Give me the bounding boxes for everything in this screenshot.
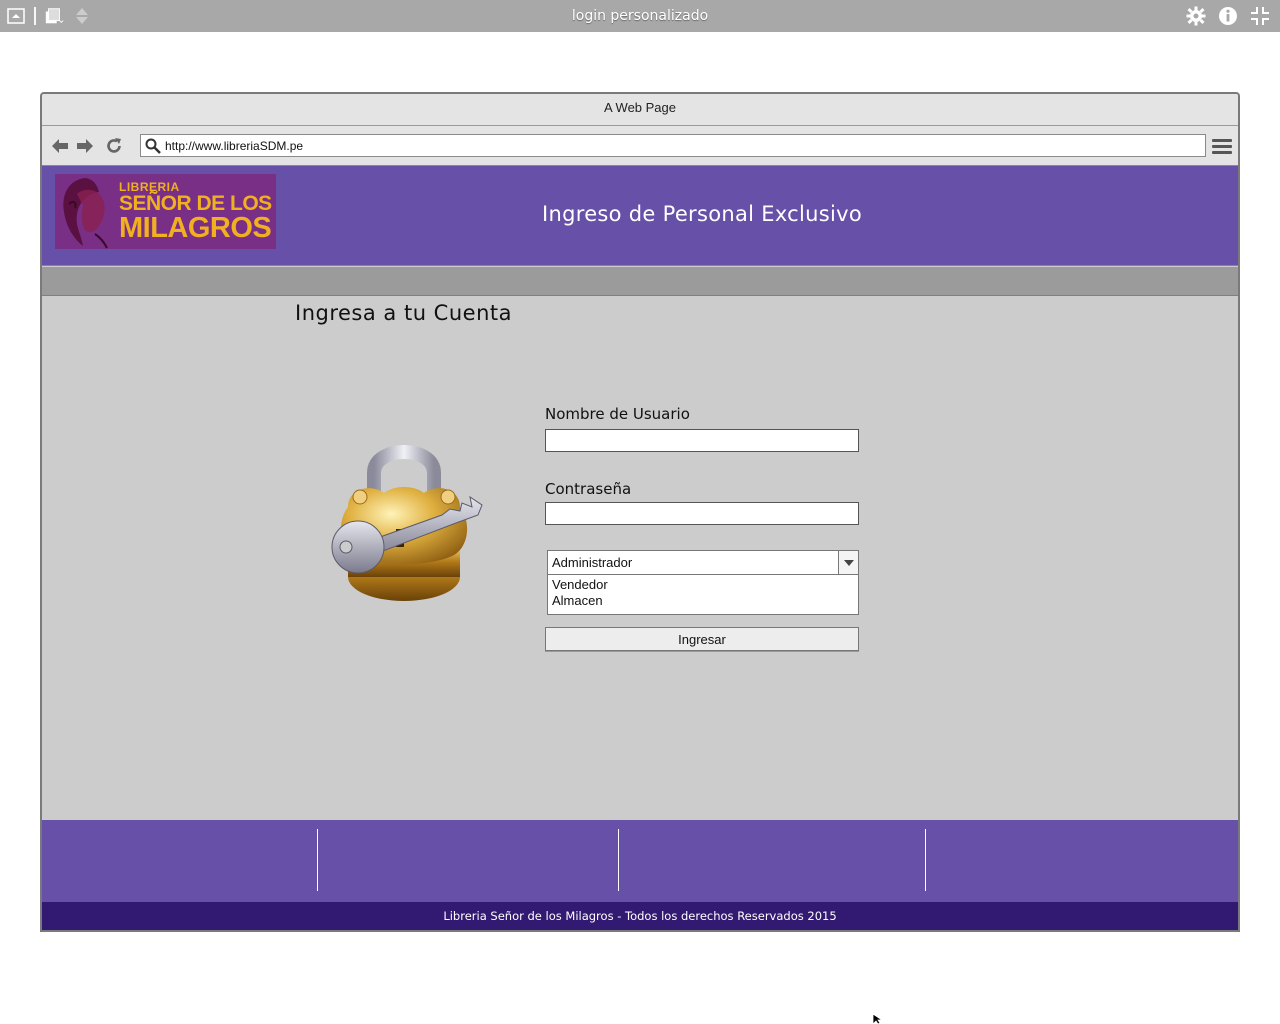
- mouse-cursor-icon: [872, 1014, 884, 1024]
- role-select[interactable]: Administrador Vendedor Almacen: [547, 550, 859, 615]
- footer-divider: [618, 829, 619, 891]
- navigation-strip: [42, 267, 1238, 296]
- exit-fullscreen-icon[interactable]: [1250, 6, 1270, 26]
- hamburger-menu-icon[interactable]: [1212, 136, 1232, 156]
- username-input[interactable]: [545, 429, 859, 452]
- logo-text-line3: MILAGROS: [119, 212, 272, 244]
- password-label: Contraseña: [545, 480, 632, 498]
- chevron-down-icon[interactable]: [838, 551, 858, 574]
- gear-icon[interactable]: [1186, 6, 1206, 26]
- url-input[interactable]: [165, 138, 1195, 153]
- footer-divider: [317, 829, 318, 891]
- pages-icon[interactable]: [44, 6, 64, 26]
- reload-icon[interactable]: [104, 136, 124, 156]
- separator: [34, 7, 36, 25]
- site-title: Ingreso de Personal Exclusivo: [541, 202, 863, 226]
- sort-arrows-icon[interactable]: [72, 6, 92, 26]
- site-footer: [42, 820, 1238, 902]
- app-titlebar-right-controls: [1186, 5, 1270, 27]
- app-titlebar-left-controls: [6, 6, 92, 26]
- logo-face-icon: [63, 178, 108, 249]
- role-selected-value: Administrador: [552, 555, 633, 570]
- password-input[interactable]: [545, 502, 859, 525]
- search-icon: [141, 138, 165, 154]
- role-option-almacen[interactable]: Almacen: [548, 593, 858, 609]
- username-label: Nombre de Usuario: [545, 405, 690, 423]
- app-title: login personalizado: [571, 8, 709, 24]
- footer-divider: [925, 829, 926, 891]
- role-option-vendedor[interactable]: Vendedor: [548, 577, 858, 593]
- login-submit-button[interactable]: Ingresar: [545, 627, 859, 651]
- role-options-list: Vendedor Almacen: [548, 575, 858, 609]
- address-bar[interactable]: [140, 134, 1206, 157]
- logo: LIBRERIA SEÑOR DE LOS MILAGROS: [55, 174, 276, 249]
- main-content: Ingresa a tu Cuenta Nombre de Usuario Co…: [42, 297, 1238, 820]
- role-select-current[interactable]: Administrador: [548, 551, 858, 575]
- window-minimize-icon[interactable]: [6, 6, 26, 26]
- browser-toolbar: [42, 126, 1238, 166]
- back-arrow-icon[interactable]: [50, 136, 70, 156]
- browser-window-title: A Web Page: [42, 94, 1238, 126]
- browser-window: A Web Page LIBRERIA SEÑOR DE LOS: [40, 92, 1240, 932]
- app-titlebar: login personalizado: [0, 0, 1280, 32]
- site-header: LIBRERIA SEÑOR DE LOS MILAGROS Ingreso d…: [42, 166, 1238, 266]
- padlock-key-icon: [331, 445, 483, 601]
- info-icon[interactable]: [1218, 6, 1238, 26]
- page-heading: Ingresa a tu Cuenta: [295, 301, 512, 325]
- forward-arrow-icon[interactable]: [75, 136, 95, 156]
- copyright-text: Libreria Señor de los Milagros - Todos l…: [42, 902, 1238, 930]
